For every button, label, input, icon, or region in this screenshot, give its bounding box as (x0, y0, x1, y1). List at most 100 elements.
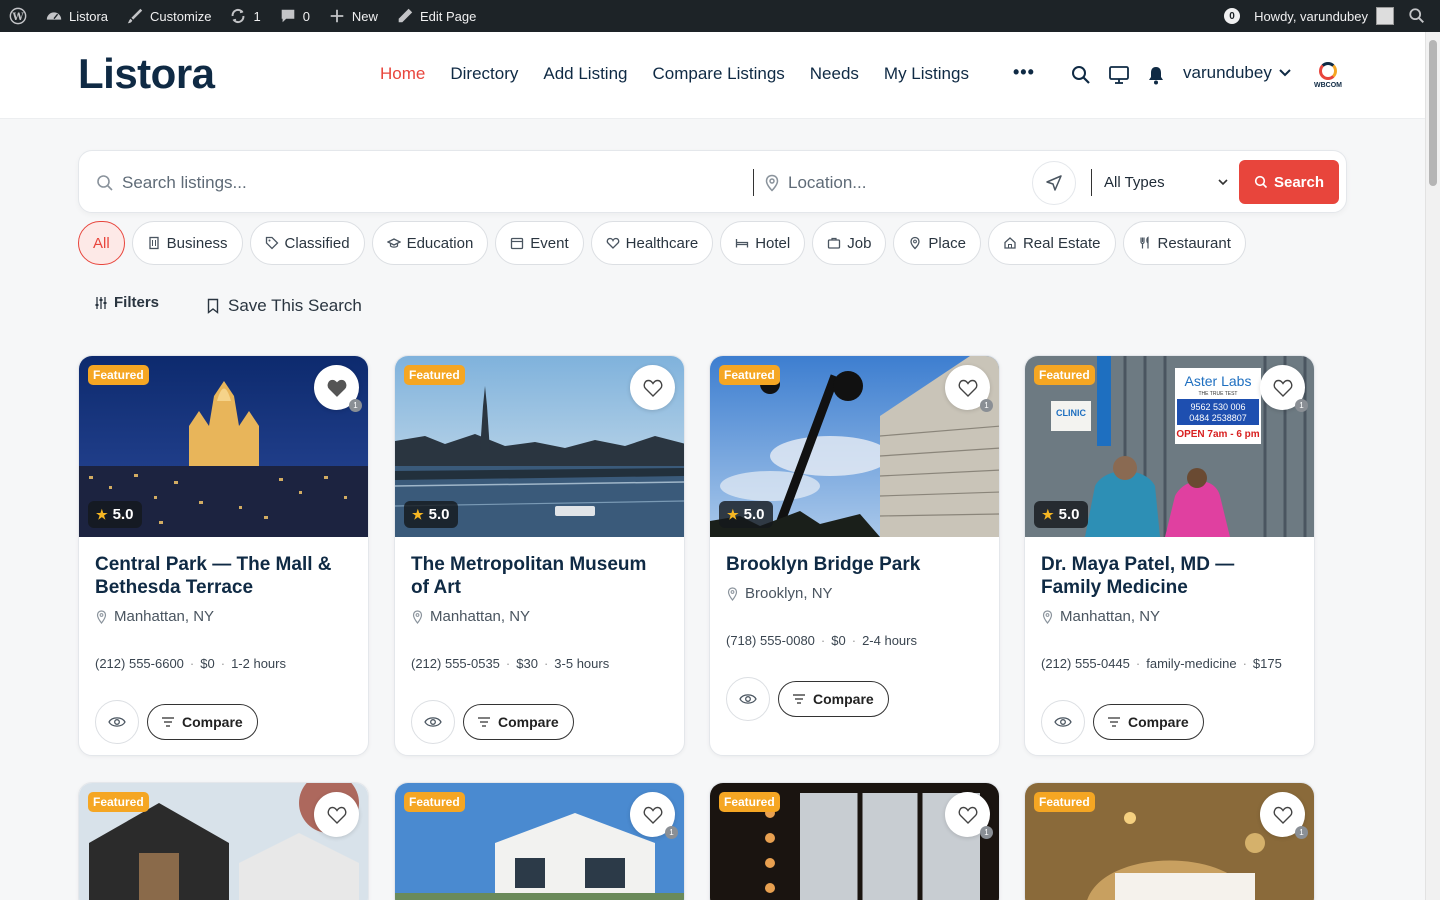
star-icon: ★ (1042, 506, 1054, 522)
category-all[interactable]: All (78, 221, 125, 265)
phone: (212) 555-0445 (1041, 656, 1130, 671)
listing-title[interactable]: Central Park — The Mall & Bethesda Terra… (95, 553, 352, 599)
wordpress-logo-button[interactable]: W (0, 0, 36, 32)
chip-label: Job (847, 234, 872, 252)
quick-view-button[interactable] (1041, 700, 1085, 744)
compare-button[interactable]: Compare (1093, 704, 1204, 740)
rating-badge: ★ 5.0 (719, 501, 773, 528)
category-event[interactable]: Event (495, 221, 584, 265)
listing-image[interactable]: Featured (79, 783, 368, 900)
monitor-icon[interactable] (1108, 64, 1130, 86)
compare-button[interactable]: Compare (463, 704, 574, 740)
listing-image[interactable]: CLINIC Aster Labs THE TRUE TEST 9562 530… (1025, 356, 1314, 537)
admin-site-link[interactable]: Listora (36, 0, 117, 32)
favorite-count: 1 (980, 826, 993, 839)
chevron-down-icon (1279, 69, 1291, 77)
header-search-icon[interactable] (1070, 64, 1092, 86)
phone: (718) 555-0080 (726, 633, 815, 648)
listing-card[interactable]: CLINIC Aster Labs THE TRUE TEST 9562 530… (1024, 355, 1315, 756)
svg-text:W: W (11, 12, 24, 23)
listing-image[interactable]: Featured 1 ★ 5.0 (79, 356, 368, 537)
brand-logo-text: WBCOM (1314, 81, 1342, 89)
listing-image[interactable]: Featured 1 (395, 783, 684, 900)
listing-card[interactable]: Featured (78, 782, 369, 900)
locate-me-button[interactable] (1032, 161, 1076, 205)
listing-card[interactable]: Featured ★ 5.0 The Metropolitan Museum of… (394, 355, 685, 756)
category-restaurant[interactable]: Restaurant (1122, 221, 1246, 265)
nav-more-button[interactable]: ••• (1013, 62, 1035, 83)
search-input[interactable] (122, 171, 742, 195)
favorite-count: 1 (665, 826, 678, 839)
location-input[interactable] (788, 171, 1018, 195)
search-icon (1254, 175, 1268, 189)
featured-badge: Featured (1034, 365, 1095, 385)
admin-howdy[interactable]: Howdy, varundubey (1254, 9, 1368, 24)
price: $0 (200, 656, 215, 671)
favorite-button[interactable] (630, 365, 675, 410)
listing-title[interactable]: Dr. Maya Patel, MD — Family Medicine (1041, 553, 1298, 599)
admin-site-label: Listora (69, 8, 109, 24)
category-education[interactable]: Education (371, 221, 489, 265)
listing-title[interactable]: Brooklyn Bridge Park (726, 553, 983, 576)
admin-customize-link[interactable]: Customize (117, 0, 220, 32)
favorite-button[interactable] (314, 792, 359, 837)
pencil-icon (398, 8, 413, 23)
star-icon: ★ (727, 506, 739, 522)
site-logo[interactable]: Listora (78, 50, 215, 98)
listing-card[interactable]: Featured 1 ★ 5.0 Brooklyn Bridge Park Bro… (709, 355, 1000, 756)
chevron-down-icon (1218, 179, 1228, 186)
chip-label: Business (166, 234, 228, 252)
search-button[interactable]: Search (1239, 160, 1339, 204)
admin-search-icon[interactable] (1408, 7, 1426, 25)
listing-card[interactable]: Featured 1 (394, 782, 685, 900)
category-real-estate[interactable]: Real Estate (987, 221, 1116, 265)
compare-button[interactable]: Compare (778, 681, 889, 717)
map-pin-icon (727, 586, 738, 601)
admin-avatar[interactable] (1376, 7, 1394, 25)
admin-comments-count: 0 (302, 8, 310, 24)
admin-updates-link[interactable]: 1 (220, 0, 269, 32)
category-business[interactable]: Business (131, 221, 243, 265)
listing-location: Manhattan, NY (95, 608, 352, 625)
save-search-button[interactable]: Save This Search (206, 296, 362, 316)
page-scrollbar-thumb[interactable] (1429, 40, 1437, 186)
nav-compare-listings[interactable]: Compare Listings (653, 64, 785, 84)
quick-view-button[interactable] (95, 700, 139, 744)
admin-notification-count[interactable]: 0 (1224, 8, 1241, 24)
nav-add-listing[interactable]: Add Listing (543, 64, 627, 84)
nav-my-listings[interactable]: My Listings (884, 64, 969, 84)
listing-image[interactable]: Featured 1 (710, 783, 999, 900)
listing-image[interactable]: Featured 1 (1025, 783, 1314, 900)
search-divider (753, 169, 754, 196)
admin-new-link[interactable]: New (319, 0, 387, 32)
chip-label: Event (530, 234, 569, 252)
brand-logo[interactable]: WBCOM (1310, 58, 1346, 92)
category-healthcare[interactable]: Healthcare (590, 221, 714, 265)
admin-comments-link[interactable]: 0 (270, 0, 319, 32)
listing-title[interactable]: The Metropolitan Museum of Art (411, 553, 668, 599)
nav-needs[interactable]: Needs (810, 64, 859, 84)
quick-view-button[interactable] (726, 677, 770, 721)
listing-image[interactable]: Featured 1 ★ 5.0 (710, 356, 999, 537)
category-hotel[interactable]: Hotel (720, 221, 806, 265)
compare-button[interactable]: Compare (147, 704, 258, 740)
listing-image[interactable]: Featured ★ 5.0 (395, 356, 684, 537)
listing-card[interactable]: Featured 1 (709, 782, 1000, 900)
chip-label: Restaurant (1157, 234, 1231, 252)
category-job[interactable]: Job (812, 221, 887, 265)
listing-card[interactable]: Featured 1 (1024, 782, 1315, 900)
type-select[interactable]: All Types (1104, 167, 1229, 197)
quick-view-button[interactable] (411, 700, 455, 744)
bell-icon[interactable] (1145, 64, 1167, 86)
user-menu[interactable]: varundubey (1183, 63, 1292, 83)
admin-edit-page-link[interactable]: Edit Page (387, 0, 485, 32)
category-place[interactable]: Place (893, 221, 981, 265)
type-divider (1091, 169, 1092, 196)
filters-button[interactable]: Filters (94, 294, 159, 311)
compare-label: Compare (498, 714, 559, 730)
nav-directory[interactable]: Directory (450, 64, 518, 84)
listing-card[interactable]: Featured 1 ★ 5.0 Central Park — The Mall … (78, 355, 369, 756)
category-classified[interactable]: Classified (249, 221, 365, 265)
listing-location: Manhattan, NY (411, 608, 668, 625)
nav-home[interactable]: Home (380, 64, 425, 84)
